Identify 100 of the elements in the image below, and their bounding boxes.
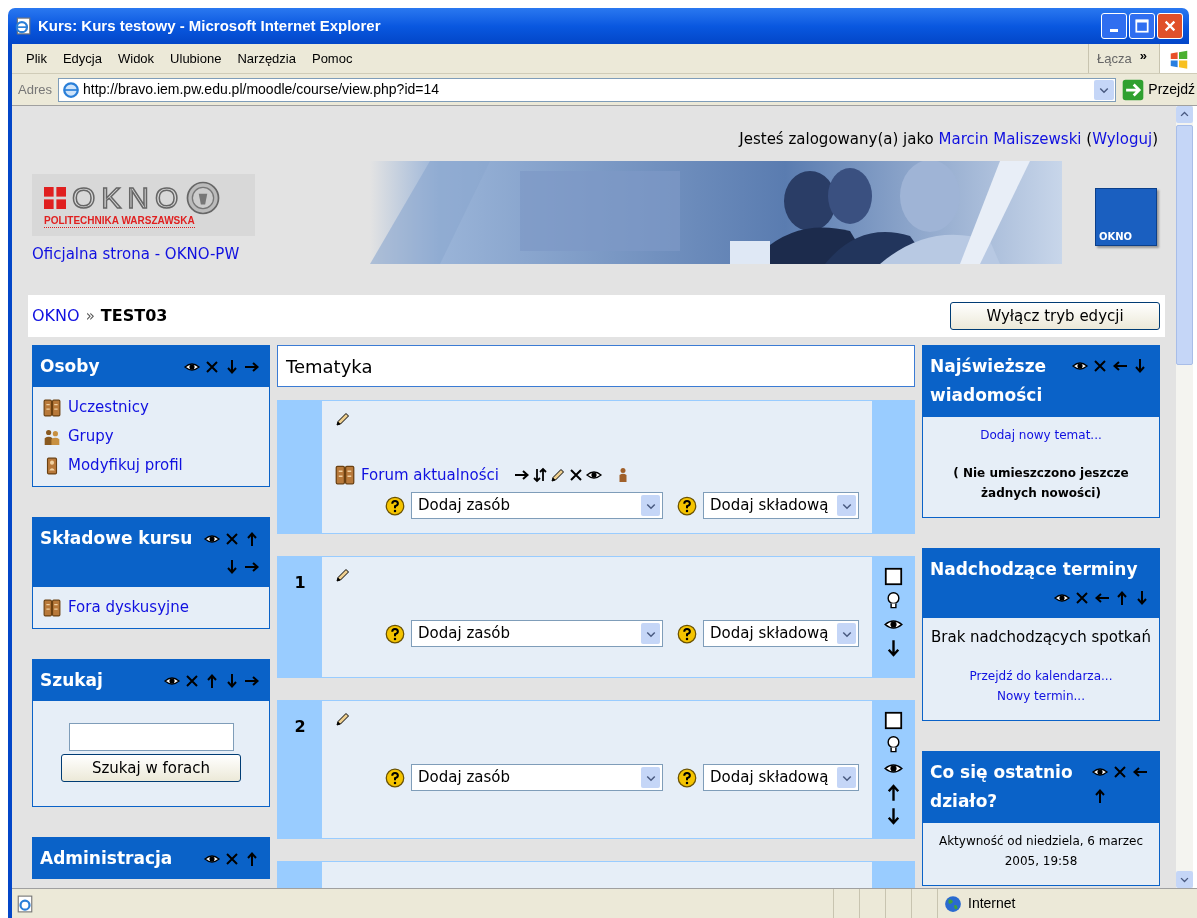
seal-icon xyxy=(186,181,221,215)
chevron-button[interactable]: » xyxy=(1139,46,1147,66)
home-link[interactable]: OKNO xyxy=(32,304,80,328)
resource-dropdown[interactable]: Dodaj zasób xyxy=(411,492,663,519)
help-icon xyxy=(385,623,405,644)
edit-mode-button[interactable]: Wyłącz tryb edycji xyxy=(950,302,1160,330)
help-icon xyxy=(677,767,697,788)
activity-dropdown[interactable]: Dodaj składową xyxy=(703,492,859,519)
menu-item[interactable]: Plik xyxy=(20,48,53,69)
logout-link[interactable]: Wyloguj xyxy=(1092,130,1153,148)
block-title: Co się ostatnio działo? xyxy=(930,762,1073,811)
block-link[interactable]: Fora dyskusyjne xyxy=(68,596,189,619)
globe-icon xyxy=(944,894,962,913)
arrow-up-icon xyxy=(244,850,260,867)
updown-arrows-icon xyxy=(531,467,548,483)
menu-item[interactable]: Ulubione xyxy=(164,48,228,69)
menu-item[interactable]: Narzędzia xyxy=(231,48,302,69)
logo-wordmark: OKNO xyxy=(72,183,185,213)
cross-icon xyxy=(1092,358,1108,374)
block-link[interactable]: Grupy xyxy=(68,425,114,448)
help-icon xyxy=(385,495,405,516)
menu-item[interactable]: Widok xyxy=(112,48,161,69)
cross-icon xyxy=(224,530,240,547)
logo-subtitle: POLITECHNIKA WARSZAWSKA xyxy=(44,215,195,228)
help-icon xyxy=(677,495,697,516)
empty-note: ( Nie umieszczono jeszcze żadnych nowości) xyxy=(952,465,1130,502)
menu-item[interactable]: Edycja xyxy=(56,48,108,69)
arrow-left-icon xyxy=(1132,764,1148,780)
url-text: http://bravo.iem.pw.edu.pl/moodle/course/view.php?id=14 xyxy=(82,80,440,99)
scrollbar[interactable] xyxy=(1176,106,1193,888)
close-button[interactable] xyxy=(1157,13,1183,39)
block-link[interactable]: Przejdź do kalendarza... xyxy=(929,666,1153,686)
cross-icon xyxy=(184,672,200,689)
resource-dropdown[interactable]: Dodaj zasób xyxy=(411,620,663,647)
maximize-icon xyxy=(1135,19,1149,33)
pencil-icon xyxy=(549,467,566,483)
cross-icon xyxy=(204,358,220,375)
block-link[interactable]: Dodaj nowy temat... xyxy=(929,425,1153,445)
block-link[interactable]: Uczestnicy xyxy=(68,396,149,419)
section-number: 2 xyxy=(294,716,306,738)
arrow-down-icon xyxy=(224,358,240,375)
arrow-up-icon xyxy=(204,672,220,689)
arrow-up-icon xyxy=(1114,589,1130,606)
window-title: Kurs: Kurs testowy - Microsoft Internet Explorer xyxy=(38,15,381,36)
activity-dropdown[interactable]: Dodaj składową xyxy=(703,620,859,647)
help-icon xyxy=(677,623,697,644)
forum-icon xyxy=(43,598,61,617)
activity-dropdown[interactable]: Dodaj składową xyxy=(703,764,859,791)
page-icon xyxy=(61,80,80,99)
cross-icon xyxy=(224,850,240,867)
pencil-icon xyxy=(335,711,351,727)
go-button[interactable]: Przejdź xyxy=(1122,78,1197,101)
square-icon xyxy=(883,567,903,586)
close-icon xyxy=(1163,19,1177,33)
minimize-icon xyxy=(1108,27,1120,33)
user-link[interactable]: Marcin Maliszewski xyxy=(938,130,1082,148)
arrow-left-icon xyxy=(1112,358,1128,374)
block-title: Składowe kursu xyxy=(40,527,193,550)
block-title: Najświeższe wiadomości xyxy=(930,356,1047,405)
course-name: TEST03 xyxy=(100,305,168,327)
block-link[interactable]: Nowy termin... xyxy=(929,686,1153,706)
minimize-button[interactable] xyxy=(1101,13,1127,39)
arrow-right-icon xyxy=(513,467,530,483)
cross-icon xyxy=(1074,589,1090,606)
block-title: Szukaj xyxy=(40,669,103,692)
people-icon xyxy=(43,427,61,446)
activity-note: Aktywność od niedziela, 6 marzec 2005, 19:58 xyxy=(937,833,1145,870)
resource-dropdown[interactable]: Dodaj zasób xyxy=(411,764,663,791)
help-icon xyxy=(385,767,405,788)
pencil-icon xyxy=(335,411,351,427)
page-icon xyxy=(16,894,34,913)
block-title: Administracja xyxy=(40,847,173,870)
arrow-up-icon xyxy=(1092,788,1108,804)
block-title: Nadchodzące terminy xyxy=(930,558,1138,581)
activity-link[interactable]: Forum aktualności xyxy=(361,463,499,487)
cross-icon xyxy=(1112,764,1128,780)
block-text: Brak nadchodzących spotkań xyxy=(930,627,1152,648)
block-title: Osoby xyxy=(40,355,100,378)
topic-header: Tematyka xyxy=(277,345,915,387)
maximize-button[interactable] xyxy=(1129,13,1155,39)
arrow-down-icon xyxy=(224,558,240,575)
search-button[interactable]: Szukaj w forach xyxy=(61,754,241,782)
block-link[interactable]: Modyfikuj profil xyxy=(68,454,183,477)
search-field[interactable] xyxy=(68,723,234,751)
forum-icon xyxy=(43,398,61,417)
arrow-down-icon xyxy=(224,672,240,689)
squares-icon xyxy=(44,187,66,209)
zone-label: Internet xyxy=(968,894,1016,913)
page-icon xyxy=(14,17,32,35)
login-info: Jesteś zalogowany(a) jako Marcin Maliszewski (Wyloguj) xyxy=(739,129,1158,150)
section-number: 1 xyxy=(294,572,306,594)
address-field[interactable]: http://bravo.iem.pw.edu.pl/moodle/course/view.php?id=14 xyxy=(57,77,1117,102)
arrow-up-icon xyxy=(244,530,260,547)
cross-icon xyxy=(567,467,584,483)
scroll-thumb[interactable] xyxy=(1176,125,1193,365)
menu-item[interactable]: Pomoc xyxy=(305,48,359,69)
site-link[interactable]: Oficjalna strona - OKNO-PW xyxy=(32,242,370,265)
pencil-icon xyxy=(335,567,351,583)
square-icon xyxy=(883,711,903,730)
links-label[interactable]: Łącza xyxy=(1097,48,1132,69)
